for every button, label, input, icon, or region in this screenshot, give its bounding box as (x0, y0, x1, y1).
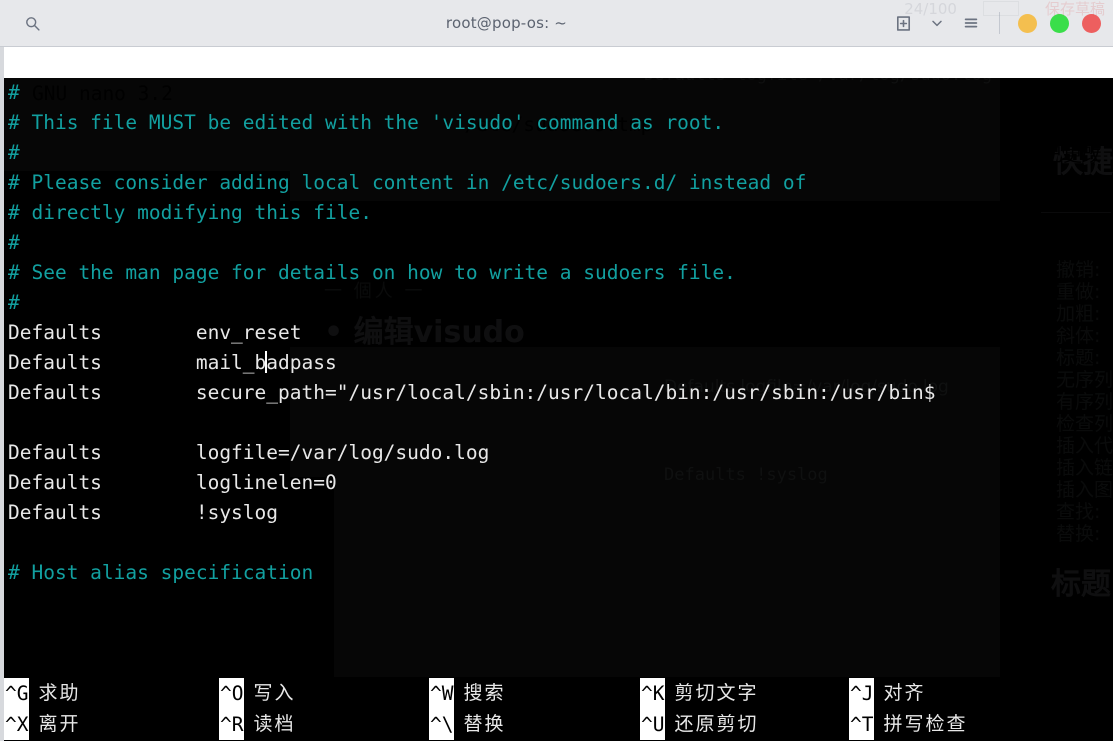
window-title: root@pop-os: ~ (445, 14, 568, 32)
code-text: Defaults env_reset (8, 321, 302, 344)
shortcut-row-2: ^X 离开 ^R 读档 ^\ 替换 ^U 还原剪切 ^T 拼写检查 (4, 709, 1113, 740)
code-text: Defaults !syslog (8, 501, 279, 524)
close-button[interactable] (1082, 13, 1101, 33)
shortcut-item[interactable]: ^U 还原剪切 (640, 709, 759, 740)
terminal-window: root@pop-os: ~ 24/100 保存草稿 Defaults logf… (0, 0, 1113, 741)
editor-line[interactable]: Defaults !syslog (4, 498, 1113, 528)
code-text: Defaults secure_path="/usr/local/sbin:/u… (8, 381, 936, 404)
editor-line[interactable]: # (4, 228, 1113, 258)
comment-text: # Please consider adding local content i… (8, 171, 807, 194)
hamburger-menu-icon[interactable] (961, 13, 981, 33)
search-icon[interactable] (22, 13, 42, 33)
shortcut-label: 替换 (463, 713, 506, 735)
shortcut-item[interactable]: ^T 拼写检查 (849, 709, 968, 740)
maximize-button[interactable] (1050, 13, 1069, 33)
titlebar-divider (999, 12, 1000, 34)
shortcut-key: ^X (4, 709, 30, 740)
shortcut-item[interactable]: ^J 对齐 (849, 678, 926, 709)
shortcut-key: ^O (219, 678, 245, 709)
shortcut-item[interactable]: ^X 离开 (4, 709, 81, 740)
editor-line[interactable] (4, 408, 1113, 438)
editor-line[interactable]: Defaults loglinelen=0 (4, 468, 1113, 498)
shortcut-item[interactable]: ^G 求助 (4, 678, 81, 709)
comment-text: # (8, 141, 20, 164)
shortcut-item[interactable]: ^K 剪切文字 (640, 678, 759, 709)
editor-line[interactable]: # (4, 78, 1113, 108)
editor-line[interactable]: Defaults logfile=/var/log/sudo.log (4, 438, 1113, 468)
shortcut-item[interactable]: ^W 搜索 (429, 678, 506, 709)
titlebar-left-group (0, 13, 120, 33)
shortcut-label: 拼写检查 (883, 713, 968, 735)
titlebar-right-group (893, 12, 1113, 34)
shortcut-key: ^J (849, 678, 875, 709)
shortcut-label: 对齐 (883, 682, 926, 704)
code-text: Defaults logfile=/var/log/sudo.log (8, 441, 490, 464)
shortcut-key: ^R (219, 709, 245, 740)
minimize-button[interactable] (1018, 13, 1037, 33)
editor-buffer[interactable]: # # This file MUST be edited with the 'vi… (4, 78, 1113, 678)
shortcut-key: ^W (429, 678, 455, 709)
editor-line[interactable]: # directly modifying this file. (4, 198, 1113, 228)
shortcut-key: ^G (4, 678, 30, 709)
comment-text: # See the man page for details on how to… (8, 261, 736, 284)
shortcut-label: 求助 (38, 682, 81, 704)
editor-line[interactable]: Defaults mail_badpass (4, 348, 1113, 378)
terminal-content[interactable]: Defaults logfile=/var/log/sudo.log Defau… (0, 47, 1113, 741)
window-titlebar: root@pop-os: ~ 24/100 保存草稿 (0, 0, 1113, 47)
editor-line[interactable]: # (4, 138, 1113, 168)
shortcut-label: 还原剪切 (674, 713, 759, 735)
editor-line[interactable]: # This file MUST be edited with the 'vis… (4, 108, 1113, 138)
code-text: Defaults mail_badpass (8, 351, 337, 374)
nano-shortcut-bar: ^G 求助 ^O 写入 ^W 搜索 ^K 剪切文字 ^J 对齐 ^X 离开 ^R 读档 ^\ 替换 ^U 还原剪… (4, 678, 1113, 741)
new-tab-icon[interactable] (893, 13, 913, 33)
shortcut-key: ^K (640, 678, 666, 709)
comment-text: # directly modifying this file. (8, 201, 372, 224)
code-text: Defaults loglinelen=0 (8, 471, 337, 494)
comment-text: # Host alias specification (8, 561, 314, 584)
shortcut-item[interactable]: ^R 读档 (219, 709, 296, 740)
window-controls (1018, 13, 1101, 33)
shortcut-item[interactable]: ^O 写入 (219, 678, 296, 709)
comment-text: # This file MUST be edited with the 'vis… (8, 111, 725, 134)
comment-text: # (8, 231, 20, 254)
editor-line[interactable]: # Please consider adding local content i… (4, 168, 1113, 198)
shortcut-key: ^U (640, 709, 666, 740)
editor-line[interactable]: # (4, 288, 1113, 318)
text-cursor (265, 351, 268, 373)
editor-line[interactable]: Defaults secure_path="/usr/local/sbin:/u… (4, 378, 1113, 408)
shortcut-key: ^T (849, 709, 875, 740)
editor-line[interactable]: # See the man page for details on how to… (4, 258, 1113, 288)
nano-title-row: GNU nano 3.2 /etc/sudoers.tmp 已更改 (4, 47, 1113, 166)
shortcut-item[interactable]: ^\ 替换 (429, 709, 506, 740)
chevron-down-icon[interactable] (927, 13, 947, 33)
comment-text: # (8, 291, 20, 314)
shortcut-label: 读档 (253, 713, 296, 735)
shortcut-key: ^\ (429, 709, 455, 740)
shortcut-row-1: ^G 求助 ^O 写入 ^W 搜索 ^K 剪切文字 ^J 对齐 (4, 678, 1113, 709)
editor-line[interactable]: # Host alias specification (4, 558, 1113, 588)
comment-text: # (8, 81, 20, 104)
editor-line[interactable]: Defaults env_reset (4, 318, 1113, 348)
shortcut-label: 搜索 (463, 682, 506, 704)
shortcut-label: 写入 (253, 682, 296, 704)
shortcut-label: 离开 (38, 713, 81, 735)
editor-line[interactable] (4, 528, 1113, 558)
shortcut-label: 剪切文字 (674, 682, 759, 704)
